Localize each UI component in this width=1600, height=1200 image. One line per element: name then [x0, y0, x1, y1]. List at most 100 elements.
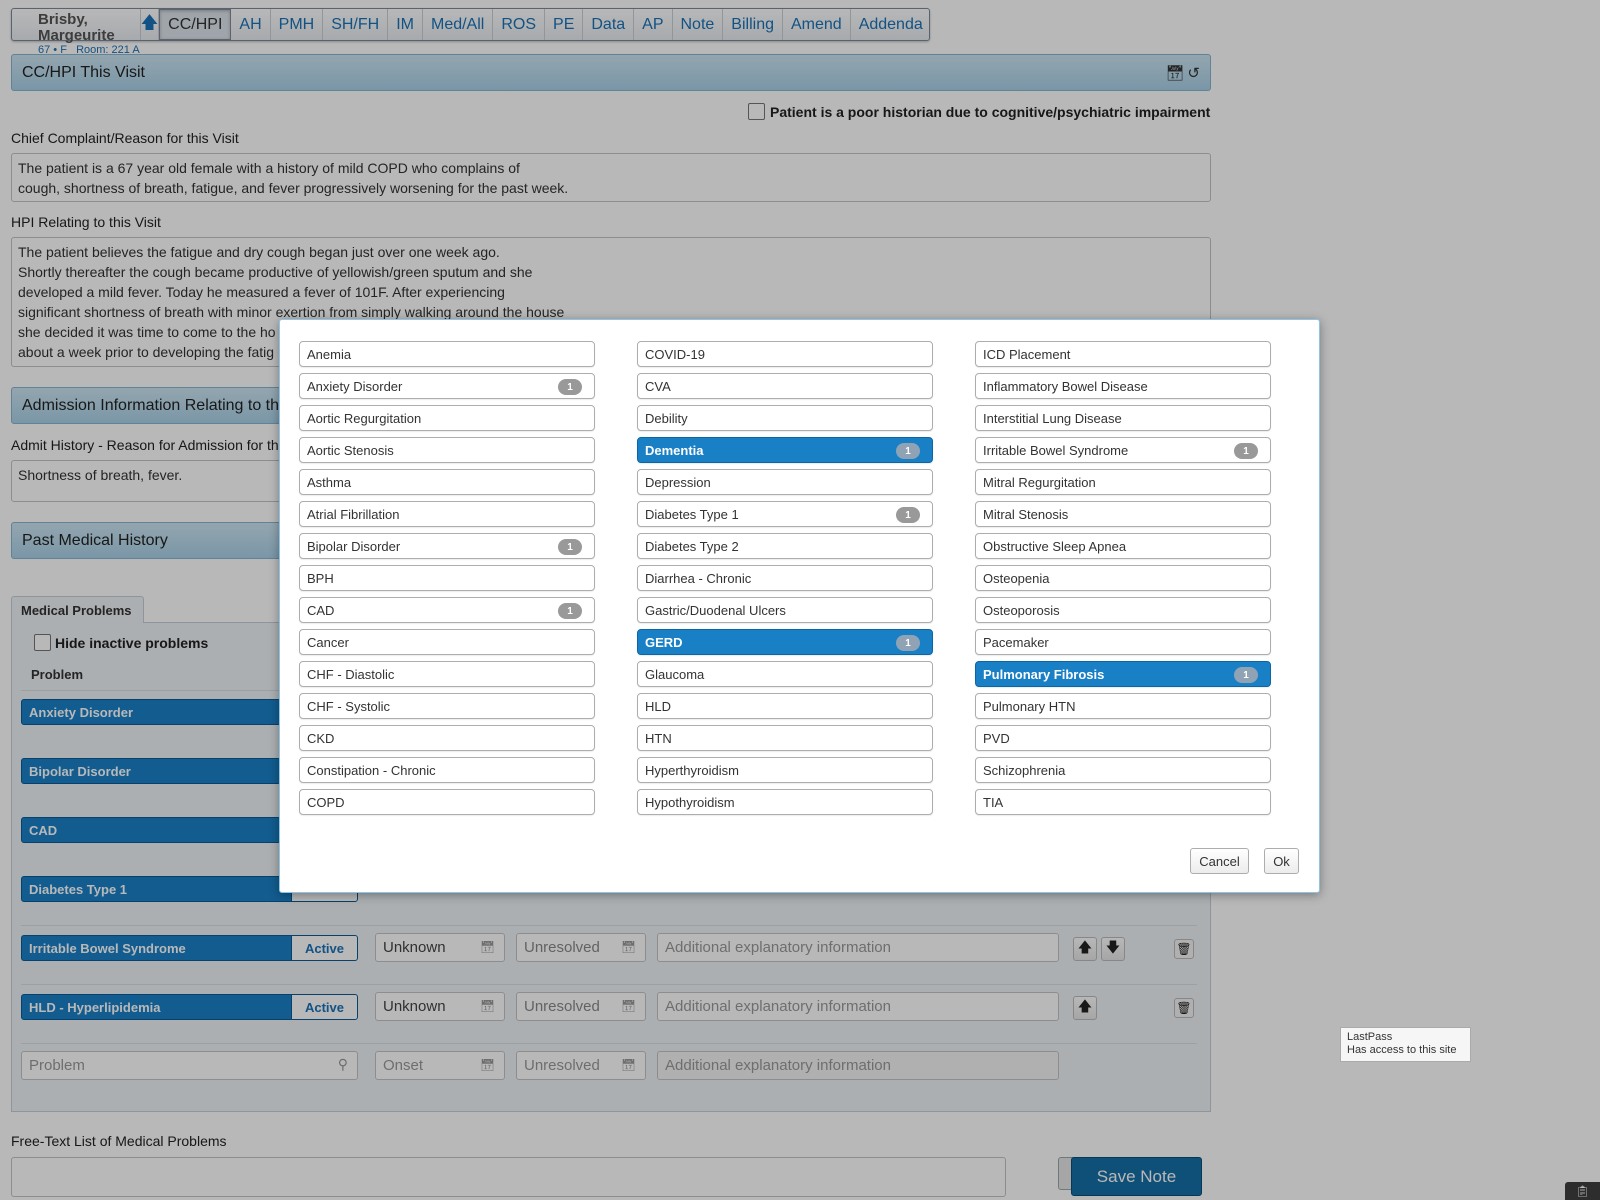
- option-cad[interactable]: CAD 1: [299, 597, 595, 623]
- option-cancer[interactable]: Cancer: [299, 629, 595, 655]
- option-cva[interactable]: CVA: [637, 373, 933, 399]
- lastpass-tooltip: LastPass Has access to this site: [1340, 1027, 1471, 1062]
- option-osteoporosis[interactable]: Osteoporosis: [975, 597, 1271, 623]
- tooltip-title: LastPass: [1347, 1031, 1393, 1043]
- option-label: Gastric/Duodenal Ulcers: [645, 602, 786, 618]
- option-pacemaker[interactable]: Pacemaker: [975, 629, 1271, 655]
- ok-button[interactable]: Ok: [1264, 848, 1299, 874]
- option-chf-systolic[interactable]: CHF - Systolic: [299, 693, 595, 719]
- option-bipolar-disorder[interactable]: Bipolar Disorder 1: [299, 533, 595, 559]
- option-label: Mitral Stenosis: [983, 506, 1069, 522]
- option-interstitial-lung-disease[interactable]: Interstitial Lung Disease: [975, 405, 1271, 431]
- option-label: Debility: [645, 410, 688, 426]
- option-label: Diabetes Type 2: [645, 538, 739, 554]
- option-label: Hyperthyroidism: [645, 762, 739, 778]
- option-label: TIA: [983, 794, 1004, 810]
- option-anxiety-disorder[interactable]: Anxiety Disorder 1: [299, 373, 595, 399]
- option-diarrhea-chronic[interactable]: Diarrhea - Chronic: [637, 565, 933, 591]
- option-label: Pacemaker: [983, 634, 1049, 650]
- option-mitral-regurgitation[interactable]: Mitral Regurgitation: [975, 469, 1271, 495]
- option-label: Bipolar Disorder: [307, 538, 401, 554]
- option-pvd[interactable]: PVD: [975, 725, 1271, 751]
- option-label: HLD: [645, 698, 672, 714]
- option-aortic-stenosis[interactable]: Aortic Stenosis: [299, 437, 595, 463]
- option-label: Osteopenia: [983, 570, 1050, 586]
- option-label: Glaucoma: [645, 666, 705, 682]
- tooltip-text: Has access to this site: [1347, 1044, 1457, 1056]
- option-asthma[interactable]: Asthma: [299, 469, 595, 495]
- option-htn[interactable]: HTN: [637, 725, 933, 751]
- count-badge: 1: [558, 379, 582, 395]
- option-covid-19[interactable]: COVID-19: [637, 341, 933, 367]
- option-mitral-stenosis[interactable]: Mitral Stenosis: [975, 501, 1271, 527]
- option-hld[interactable]: HLD: [637, 693, 933, 719]
- count-badge: 1: [896, 635, 920, 651]
- option-label: Diabetes Type 1: [645, 506, 739, 522]
- option-label: Interstitial Lung Disease: [983, 410, 1122, 426]
- option-inflammatory-bowel-disease[interactable]: Inflammatory Bowel Disease: [975, 373, 1271, 399]
- option-pulmonary-fibrosis[interactable]: Pulmonary Fibrosis 1: [975, 661, 1271, 687]
- option-schizophrenia[interactable]: Schizophrenia: [975, 757, 1271, 783]
- modal-column-1: Anemia Anxiety Disorder 1 Aortic Regurgitat…: [299, 341, 595, 821]
- option-depression[interactable]: Depression: [637, 469, 933, 495]
- option-constipation-chronic[interactable]: Constipation - Chronic: [299, 757, 595, 783]
- option-diabetes-type-1[interactable]: Diabetes Type 1 1: [637, 501, 933, 527]
- option-bph[interactable]: BPH: [299, 565, 595, 591]
- option-label: CHF - Systolic: [307, 698, 391, 714]
- option-label: Hypothyroidism: [645, 794, 735, 810]
- option-ckd[interactable]: CKD: [299, 725, 595, 751]
- modal-column-3: ICD Placement Inflammatory Bowel Disease I…: [975, 341, 1271, 821]
- option-label: Pulmonary HTN: [983, 698, 1076, 714]
- count-badge: 1: [558, 603, 582, 619]
- option-icd-placement[interactable]: ICD Placement: [975, 341, 1271, 367]
- option-gerd[interactable]: GERD 1: [637, 629, 933, 655]
- option-label: Asthma: [307, 474, 352, 490]
- option-diabetes-type-2[interactable]: Diabetes Type 2: [637, 533, 933, 559]
- option-pulmonary-htn[interactable]: Pulmonary HTN: [975, 693, 1271, 719]
- option-anemia[interactable]: Anemia: [299, 341, 595, 367]
- option-label: ICD Placement: [983, 346, 1071, 362]
- option-debility[interactable]: Debility: [637, 405, 933, 431]
- option-label: COPD: [307, 794, 345, 810]
- option-copd[interactable]: COPD: [299, 789, 595, 815]
- option-aortic-regurgitation[interactable]: Aortic Regurgitation: [299, 405, 595, 431]
- option-glaucoma[interactable]: Glaucoma: [637, 661, 933, 687]
- option-label: COVID-19: [645, 346, 705, 362]
- option-label: Atrial Fibrillation: [307, 506, 400, 522]
- option-label: Dementia: [645, 442, 704, 458]
- option-osteopenia[interactable]: Osteopenia: [975, 565, 1271, 591]
- option-label: Pulmonary Fibrosis: [983, 666, 1105, 682]
- option-label: CKD: [307, 730, 335, 746]
- option-label: Aortic Stenosis: [307, 442, 394, 458]
- option-label: Aortic Regurgitation: [307, 410, 422, 426]
- option-label: Mitral Regurgitation: [983, 474, 1096, 490]
- option-atrial-fibrillation[interactable]: Atrial Fibrillation: [299, 501, 595, 527]
- modal-column-2: COVID-19 CVA Debility Dementia 1 Depression Di…: [637, 341, 933, 821]
- option-label: Anxiety Disorder: [307, 378, 403, 394]
- option-label: Obstructive Sleep Apnea: [983, 538, 1127, 554]
- page: Brisby, Margeurite 67 • F Room: 221 A 🡅 …: [0, 0, 1600, 1200]
- option-obstructive-sleep-apnea[interactable]: Obstructive Sleep Apnea: [975, 533, 1271, 559]
- option-label: Irritable Bowel Syndrome: [983, 442, 1129, 458]
- option-dementia[interactable]: Dementia 1: [637, 437, 933, 463]
- option-label: Anemia: [307, 346, 352, 362]
- option-label: Cancer: [307, 634, 349, 650]
- option-chf-diastolic[interactable]: CHF - Diastolic: [299, 661, 595, 687]
- option-irritable-bowel-syndrome[interactable]: Irritable Bowel Syndrome 1: [975, 437, 1271, 463]
- option-label: HTN: [645, 730, 672, 746]
- option-label: Depression: [645, 474, 711, 490]
- option-label: Constipation - Chronic: [307, 762, 436, 778]
- option-gastric-duodenal-ulcers[interactable]: Gastric/Duodenal Ulcers: [637, 597, 933, 623]
- option-label: Diarrhea - Chronic: [645, 570, 752, 586]
- option-label: PVD: [983, 730, 1010, 746]
- count-badge: 1: [896, 507, 920, 523]
- option-label: Schizophrenia: [983, 762, 1066, 778]
- option-label: CVA: [645, 378, 671, 394]
- clipboard-icon[interactable]: 📋︎: [1565, 1182, 1600, 1200]
- cancel-button[interactable]: Cancel: [1190, 848, 1249, 874]
- option-hypothyroidism[interactable]: Hypothyroidism: [637, 789, 933, 815]
- problem-picker-modal: Anemia Anxiety Disorder 1 Aortic Regurgitat…: [279, 319, 1320, 893]
- option-label: CHF - Diastolic: [307, 666, 395, 682]
- option-tia[interactable]: TIA: [975, 789, 1271, 815]
- option-hyperthyroidism[interactable]: Hyperthyroidism: [637, 757, 933, 783]
